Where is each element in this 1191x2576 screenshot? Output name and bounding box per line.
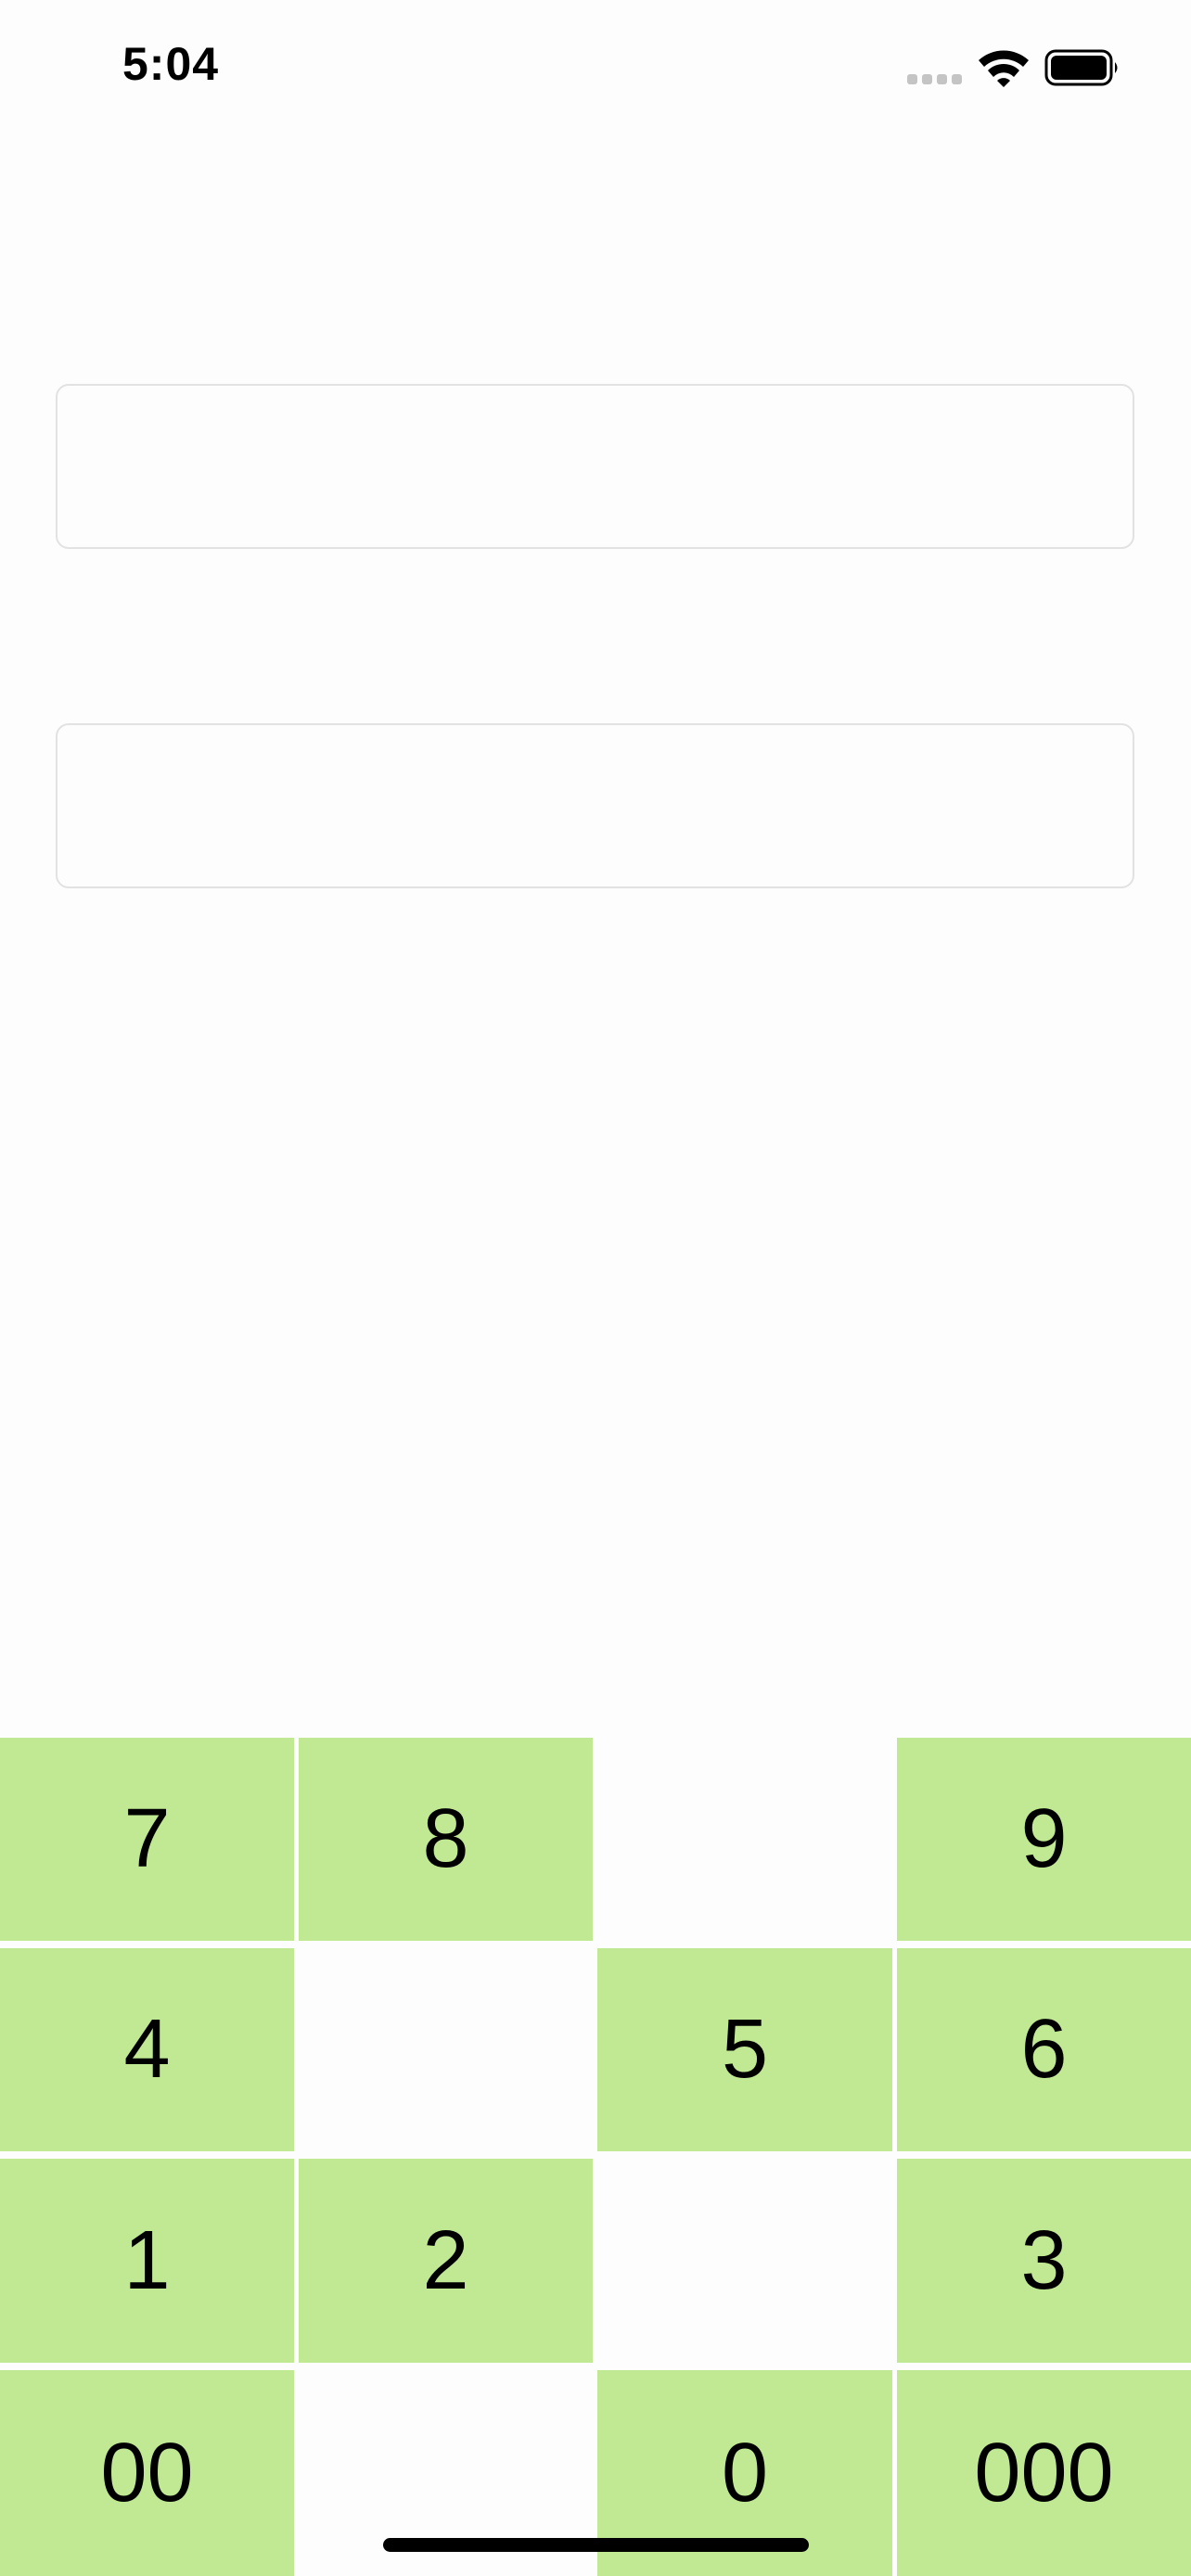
key-blank-1[interactable] (597, 1738, 892, 1941)
status-bar: 5:04 (0, 0, 1191, 139)
status-time: 5:04 (122, 38, 220, 90)
number-keypad: 7 8 9 4 5 6 1 2 3 00 0 000 (0, 1738, 1191, 2576)
key-9[interactable]: 9 (897, 1738, 1191, 1941)
key-8[interactable]: 8 (299, 1738, 593, 1941)
key-5[interactable]: 5 (597, 1948, 892, 2151)
home-indicator[interactable] (383, 2538, 809, 2552)
key-6[interactable]: 6 (897, 1948, 1191, 2151)
text-field-2[interactable] (56, 723, 1134, 888)
battery-icon (1044, 49, 1118, 86)
key-4[interactable]: 4 (0, 1948, 294, 2151)
key-3[interactable]: 3 (897, 2159, 1191, 2363)
key-blank-2[interactable] (299, 1948, 593, 2151)
cellular-signal-icon (907, 74, 963, 85)
key-1[interactable]: 1 (0, 2159, 294, 2363)
key-2[interactable]: 2 (299, 2159, 593, 2363)
key-blank-3[interactable] (597, 2159, 892, 2363)
wifi-icon (979, 50, 1029, 87)
text-field-1[interactable] (56, 384, 1134, 549)
key-000[interactable]: 000 (897, 2370, 1191, 2576)
key-7[interactable]: 7 (0, 1738, 294, 1941)
key-00[interactable]: 00 (0, 2370, 294, 2576)
